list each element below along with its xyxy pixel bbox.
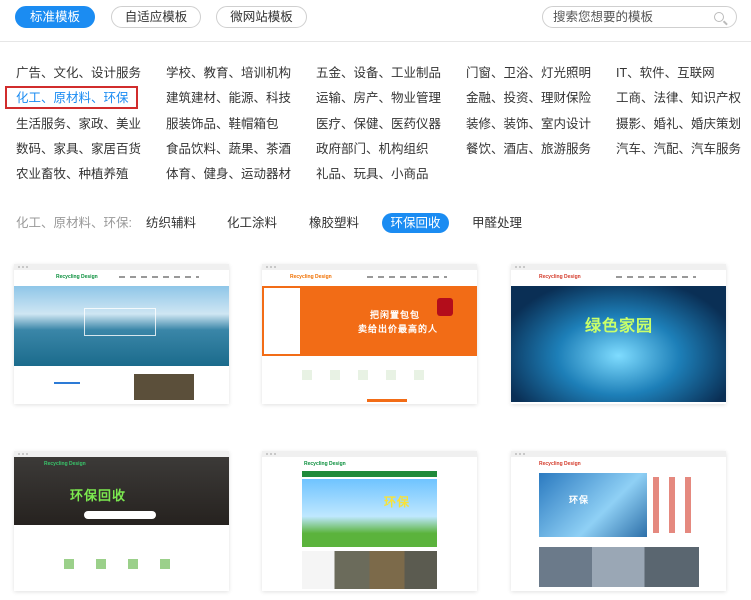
- preview-nav: Recycling Design: [262, 457, 477, 471]
- category-item[interactable]: 体育、健身、运动器材: [166, 165, 291, 183]
- preview-icons-row: [64, 559, 174, 569]
- preview-thumbnails: [539, 547, 699, 587]
- preview-hero-title: 环保: [384, 495, 411, 509]
- template-card-4[interactable]: Recycling Design 环保回收: [14, 451, 229, 591]
- preview-side-menu: [264, 288, 300, 354]
- preview-hero-frame: [84, 308, 156, 336]
- preview-hero-title: 环保回收: [70, 488, 127, 503]
- category-item[interactable]: 五金、设备、工业制品: [316, 64, 441, 82]
- preview-hero: 绿色家园: [511, 286, 726, 402]
- tab-microsite-templates[interactable]: 微网站模板: [216, 6, 307, 28]
- subcategory-formaldehyde[interactable]: 甲醛处理: [466, 213, 528, 233]
- subcategory-crumb: 化工、原材料、环保:: [16, 216, 132, 230]
- preview-hero: [14, 286, 229, 366]
- category-item[interactable]: 生活服务、家政、美业: [16, 115, 141, 133]
- preview-brand: Recycling Design: [304, 461, 346, 467]
- preview-brand: Recycling Design: [56, 274, 98, 280]
- preview-hero-title: 绿色家园: [585, 318, 654, 335]
- preview-brand: Recycling Design: [44, 461, 86, 467]
- preview-accent-line: [367, 399, 407, 402]
- category-item[interactable]: 餐饮、酒店、旅游服务: [466, 140, 591, 158]
- preview-search: [84, 511, 156, 519]
- selected-category-highlight: [5, 86, 138, 109]
- preview-links: [367, 276, 447, 278]
- subcategory-textile[interactable]: 纺织辅料: [140, 213, 202, 233]
- preview-hero: 把闲置包包 卖给出价最高的人: [262, 286, 477, 356]
- category-item[interactable]: 学校、教育、培训机构: [166, 64, 291, 82]
- category-item[interactable]: 食品饮料、蔬果、茶酒: [166, 140, 291, 158]
- preview-nav: Recycling Design: [262, 270, 477, 286]
- tab-standard-templates[interactable]: 标准模板: [15, 6, 95, 28]
- template-card-2[interactable]: Recycling Design 把闲置包包 卖给出价最高的人: [262, 264, 477, 404]
- category-item[interactable]: 广告、文化、设计服务: [16, 64, 141, 82]
- preview-nav: Recycling Design: [14, 270, 229, 286]
- category-item[interactable]: 门窗、卫浴、灯光照明: [466, 64, 591, 82]
- template-card-6[interactable]: Recycling Design 环保: [511, 451, 726, 591]
- preview-links: [616, 276, 696, 278]
- preview-icons-row: [302, 370, 442, 380]
- category-item[interactable]: 农业畜牧、种植养殖: [16, 165, 129, 183]
- preview-hero: 环保: [539, 473, 647, 537]
- preview-hero: 环保: [302, 479, 437, 547]
- preview-thumbnails: [302, 551, 437, 589]
- preview-hero-title: 把闲置包包: [370, 310, 421, 320]
- category-item[interactable]: 装修、装饰、室内设计: [466, 115, 591, 133]
- template-card-5[interactable]: Recycling Design 环保: [262, 451, 477, 591]
- tab-responsive-templates[interactable]: 自适应模板: [111, 6, 201, 28]
- search-input[interactable]: [553, 9, 713, 25]
- search-box: [542, 6, 737, 28]
- subcategory-recycling[interactable]: 环保回收: [382, 213, 449, 233]
- preview-nav: Recycling Design: [511, 457, 726, 471]
- category-item[interactable]: 服装饰品、鞋帽箱包: [166, 115, 279, 133]
- category-item[interactable]: 政府部门、机构组织: [316, 140, 429, 158]
- preview-thumbnail: [134, 374, 194, 400]
- template-card-1[interactable]: Recycling Design: [14, 264, 229, 404]
- preview-hero-subtitle: 卖给出价最高的人: [358, 324, 439, 334]
- category-item[interactable]: 摄影、婚礼、婚庆策划: [616, 115, 741, 133]
- category-item[interactable]: 建筑建材、能源、科技: [166, 89, 291, 107]
- category-item[interactable]: IT、软件、互联网: [616, 64, 715, 82]
- category-item[interactable]: 医疗、保健、医药仪器: [316, 115, 441, 133]
- preview-icons-grid: [653, 477, 698, 533]
- category-item[interactable]: 工商、法律、知识产权: [616, 89, 741, 107]
- preview-brand: Recycling Design: [539, 274, 581, 280]
- preview-brand: Recycling Design: [290, 274, 332, 280]
- subcategory-chemical-coatings[interactable]: 化工涂料: [221, 213, 283, 233]
- preview-menu-bar: [302, 471, 437, 477]
- template-card-3[interactable]: Recycling Design 绿色家园: [511, 264, 726, 404]
- subcategory-rubber-plastics[interactable]: 橡胶塑料: [303, 213, 365, 233]
- template-type-bar: 标准模板 自适应模板 微网站模板: [0, 0, 751, 42]
- preview-links: [119, 276, 199, 278]
- preview-hero: Recycling Design 环保回收: [14, 457, 229, 525]
- preview-brand: Recycling Design: [539, 461, 581, 467]
- preview-accent-line: [54, 382, 80, 384]
- preview-bag-image: [437, 298, 453, 316]
- category-item[interactable]: 礼品、玩具、小商品: [316, 165, 429, 183]
- preview-hero-title: 环保: [569, 495, 590, 505]
- category-item[interactable]: 金融、投资、理财保险: [466, 89, 591, 107]
- category-item[interactable]: 运输、房产、物业管理: [316, 89, 441, 107]
- category-item[interactable]: 数码、家具、家居百货: [16, 140, 141, 158]
- search-icon[interactable]: [714, 12, 724, 22]
- category-item[interactable]: 汽车、汽配、汽车服务: [616, 140, 741, 158]
- preview-nav: Recycling Design: [511, 270, 726, 286]
